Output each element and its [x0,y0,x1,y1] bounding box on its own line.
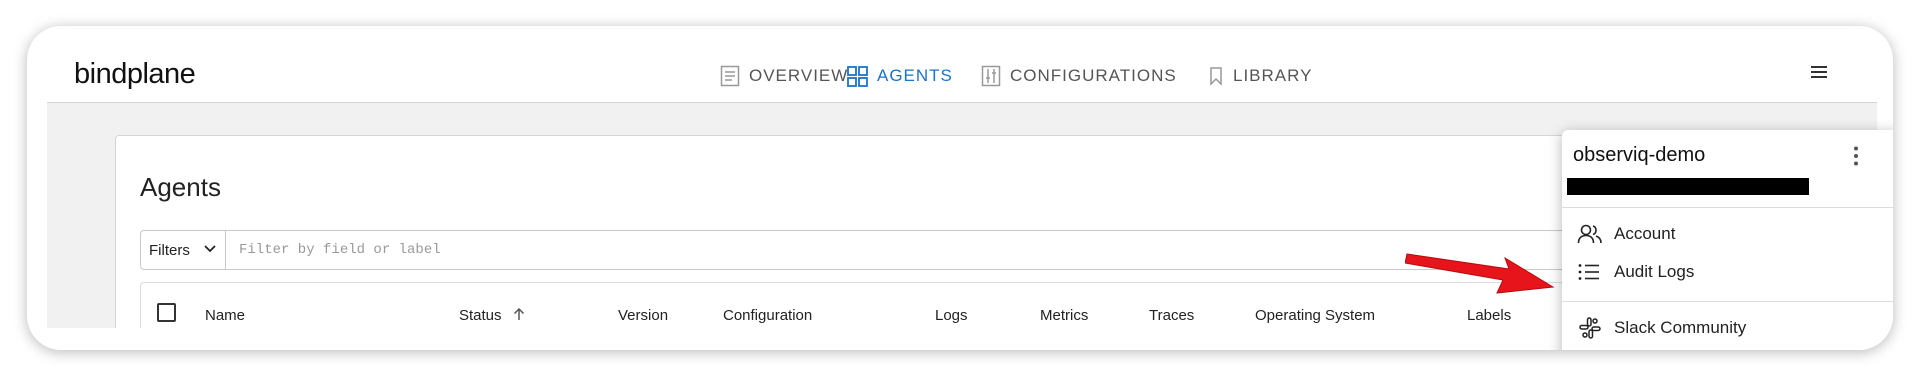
sort-ascending-arrow-icon [513,307,524,320]
nav-tab-label: AGENTS [877,66,953,85]
agents-panel: Agents Filters Name Status [115,135,1681,328]
menu-item-label: Slack Community [1614,318,1747,337]
nav-tab-configurations[interactable]: CONFIGURATIONS [981,64,1177,88]
org-options-button[interactable] [1852,145,1860,172]
column-header-operating-system[interactable]: Operating System [1255,307,1375,324]
hamburger-menu-icon [1811,66,1827,78]
redacted-email [1567,178,1809,195]
menu-item-audit-logs[interactable]: Audit Logs [1577,259,1694,285]
menu-divider [1562,301,1893,302]
menu-divider [1562,207,1893,208]
select-all-checkbox[interactable] [157,303,176,322]
filters-button[interactable]: Filters [141,231,226,269]
nav-tab-overview[interactable]: OVERVIEW [720,64,848,88]
hamburger-menu-button[interactable] [1809,64,1829,85]
chevron-down-icon [204,245,216,253]
nav-tab-library[interactable]: LIBRARY [1208,64,1312,88]
sliders-icon [981,65,1001,87]
page-title: Agents [140,172,221,202]
column-header-traces[interactable]: Traces [1149,307,1194,324]
account-dropdown-menu: observiq-demo Account Audit Logs Slack C… [1562,130,1893,350]
bookmark-icon [1210,67,1222,86]
menu-item-label: Account [1614,224,1676,243]
users-icon [1577,224,1602,244]
nav-tab-label: LIBRARY [1233,66,1313,85]
annotation-arrow-icon [1405,253,1555,294]
nav-tab-agents[interactable]: AGENTS [847,64,953,88]
column-header-name[interactable]: Name [205,307,245,324]
grid-icon [847,65,868,87]
top-navigation-bar: bindplane OVERVIEW AGENTS CONFIGURATIONS… [47,26,1877,103]
column-header-logs[interactable]: Logs [935,307,968,324]
menu-item-account[interactable]: Account [1577,221,1675,247]
menu-item-slack-community[interactable]: Slack Community [1577,315,1746,341]
column-header-configuration[interactable]: Configuration [723,307,812,324]
column-header-label: Status [459,307,502,324]
column-header-labels[interactable]: Labels [1467,307,1511,324]
column-header-metrics[interactable]: Metrics [1040,307,1088,324]
column-header-status[interactable]: Status [459,307,526,324]
menu-item-label: Audit Logs [1614,262,1695,281]
organization-name: observiq-demo [1573,144,1706,166]
bindplane-logo[interactable]: bindplane [74,58,196,91]
document-icon [720,65,740,87]
nav-tab-label: CONFIGURATIONS [1010,66,1177,85]
slack-icon [1579,317,1601,339]
nav-tab-label: OVERVIEW [749,66,849,85]
column-header-version[interactable]: Version [618,307,668,324]
list-icon [1578,264,1599,280]
filters-button-label: Filters [149,241,190,259]
kebab-menu-icon [1854,146,1858,166]
screenshot-frame: bindplane OVERVIEW AGENTS CONFIGURATIONS… [27,26,1893,350]
